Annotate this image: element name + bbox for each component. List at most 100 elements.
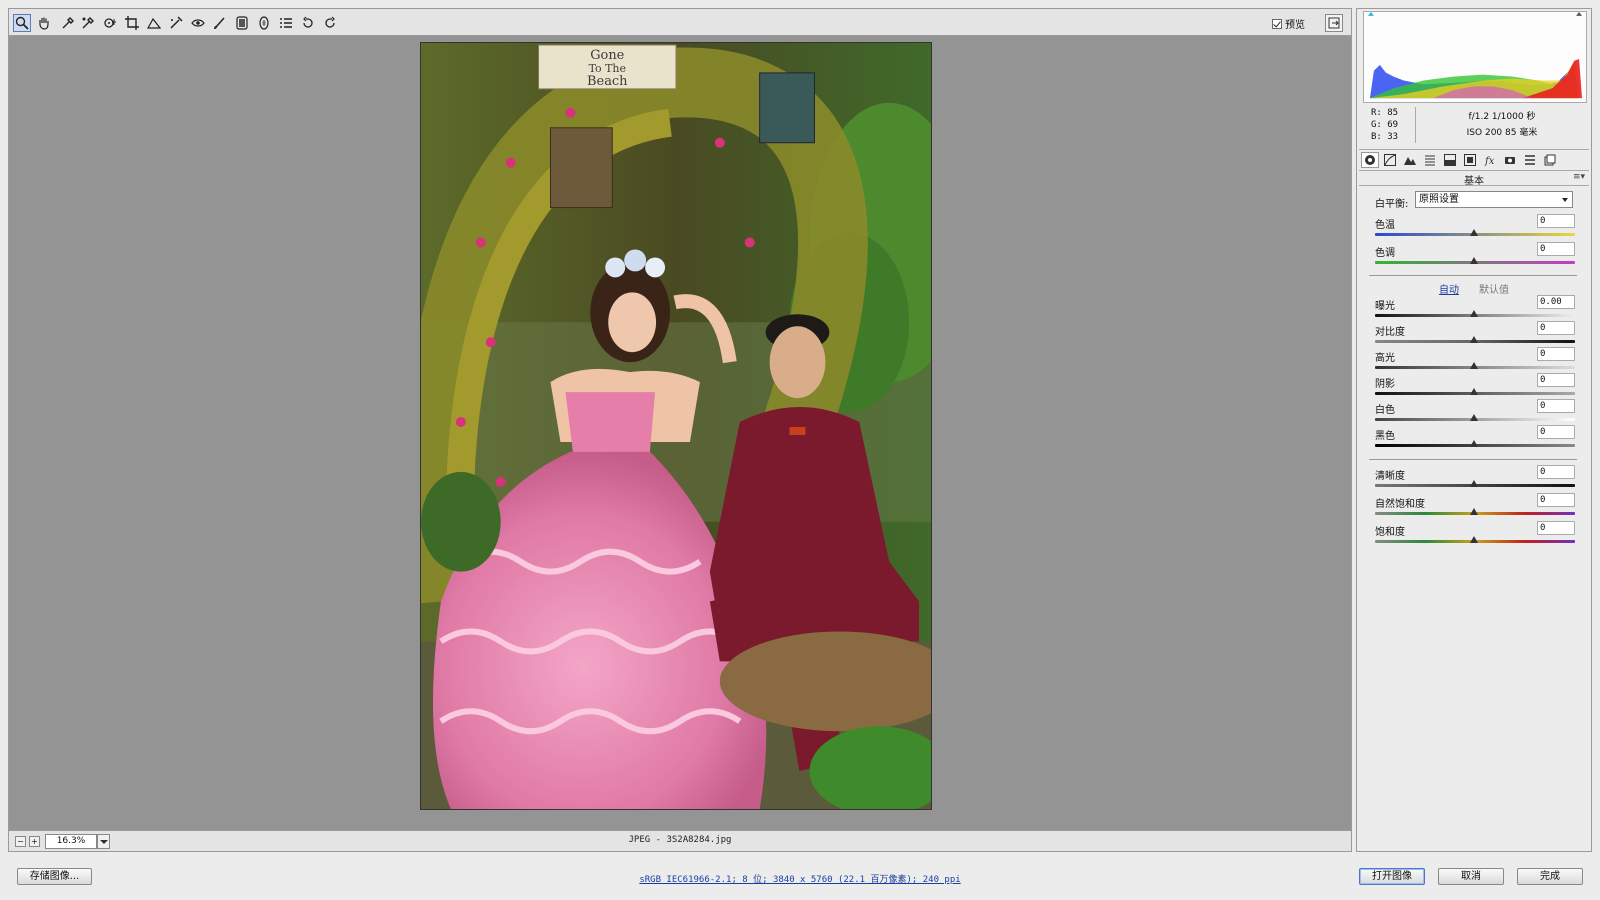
- hsl-icon[interactable]: [1421, 152, 1439, 168]
- highlights-value[interactable]: 0: [1537, 347, 1575, 361]
- auto-link[interactable]: 自动: [1439, 281, 1459, 296]
- blacks-slider[interactable]: 黑色 0: [1373, 425, 1575, 451]
- graduated-filter-icon[interactable]: [233, 14, 251, 32]
- vibrance-label: 自然饱和度: [1375, 499, 1425, 510]
- crop-icon[interactable]: [123, 14, 141, 32]
- tint-thumb[interactable]: [1470, 257, 1478, 264]
- clarity-label: 清晰度: [1375, 471, 1405, 482]
- fx-icon[interactable]: fx: [1481, 152, 1499, 168]
- whites-value[interactable]: 0: [1537, 399, 1575, 413]
- image-canvas[interactable]: Gone To The Beach: [8, 36, 1352, 830]
- clarity-slider[interactable]: 清晰度 0: [1373, 465, 1575, 491]
- split-toning-icon[interactable]: [1441, 152, 1459, 168]
- camera-info: f/1.2 1/1000 秒 ISO 200 85 毫米: [1427, 109, 1577, 141]
- sign-line-3: Beach: [587, 74, 627, 89]
- whites-label: 白色: [1375, 405, 1395, 416]
- highlights-slider[interactable]: 高光 0: [1373, 347, 1575, 373]
- blacks-thumb[interactable]: [1470, 440, 1478, 447]
- highlights-thumb[interactable]: [1470, 362, 1478, 369]
- rgb-readout: R: 85 G: 69 B: 33: [1371, 107, 1398, 143]
- spot-removal-icon[interactable]: [167, 14, 185, 32]
- toolbar: 预览: [8, 8, 1352, 36]
- r-value: R: 85: [1371, 108, 1399, 118]
- b-value: B: 33: [1371, 132, 1399, 142]
- preview-checkbox[interactable]: [1272, 18, 1282, 29]
- iso-focal: ISO 200 85 毫米: [1466, 128, 1538, 138]
- shadows-slider[interactable]: 阴影 0: [1373, 373, 1575, 399]
- vibrance-slider[interactable]: 自然饱和度 0: [1373, 493, 1575, 519]
- tone-curve-icon[interactable]: [1381, 152, 1399, 168]
- tint-slider[interactable]: 色调 0: [1373, 242, 1575, 268]
- presets-icon[interactable]: [1521, 152, 1539, 168]
- white-balance-select[interactable]: 原照设置: [1415, 191, 1573, 208]
- shadows-value[interactable]: 0: [1537, 373, 1575, 387]
- temperature-slider[interactable]: 色温 0: [1373, 214, 1575, 240]
- default-link[interactable]: 默认值: [1479, 281, 1509, 296]
- radial-filter-icon[interactable]: [255, 14, 273, 32]
- highlights-label: 高光: [1375, 353, 1395, 364]
- clarity-thumb[interactable]: [1470, 480, 1478, 487]
- contrast-slider[interactable]: 对比度 0: [1373, 321, 1575, 347]
- adjustment-brush-icon[interactable]: [211, 14, 229, 32]
- straighten-icon[interactable]: [145, 14, 163, 32]
- color-sampler-icon[interactable]: [79, 14, 97, 32]
- file-name-label: JPEG - 3S2A8284.jpg: [628, 835, 732, 845]
- blacks-value[interactable]: 0: [1537, 425, 1575, 439]
- histogram: [1363, 11, 1587, 103]
- camera-calibration-icon[interactable]: [1501, 152, 1519, 168]
- divider: [1359, 185, 1589, 186]
- contrast-thumb[interactable]: [1470, 336, 1478, 343]
- snapshots-icon[interactable]: [1541, 152, 1559, 168]
- preview-image[interactable]: Gone To The Beach: [420, 42, 932, 810]
- shadows-label: 阴影: [1375, 379, 1395, 390]
- detail-icon[interactable]: [1401, 152, 1419, 168]
- red-eye-icon[interactable]: [189, 14, 207, 32]
- saturation-thumb[interactable]: [1470, 536, 1478, 543]
- exposure-value[interactable]: 0.00: [1537, 295, 1575, 309]
- panel-tabs: fx: [1359, 149, 1589, 171]
- svg-text:fx: fx: [1484, 156, 1495, 166]
- vibrance-value[interactable]: 0: [1537, 493, 1575, 507]
- clarity-value[interactable]: 0: [1537, 465, 1575, 479]
- exposure-slider[interactable]: 曝光 0.00: [1373, 295, 1575, 321]
- whites-thumb[interactable]: [1470, 414, 1478, 421]
- exposure-label: 曝光: [1375, 301, 1395, 312]
- divider: [1369, 459, 1577, 460]
- rotate-left-icon[interactable]: [299, 14, 317, 32]
- blacks-label: 黑色: [1375, 431, 1395, 442]
- saturation-value[interactable]: 0: [1537, 521, 1575, 535]
- tint-value[interactable]: 0: [1537, 242, 1575, 256]
- bottom-bar: 存储图像... sRGB IEC61966-2.1; 8 位; 3840 x 5…: [0, 852, 1600, 900]
- divider: [1415, 107, 1416, 143]
- rotate-right-icon[interactable]: [321, 14, 339, 32]
- lens-icon[interactable]: [1461, 152, 1479, 168]
- divider: [1369, 275, 1577, 276]
- temperature-value[interactable]: 0: [1537, 214, 1575, 228]
- white-balance-icon[interactable]: [59, 14, 77, 32]
- open-image-button[interactable]: 打开图像: [1359, 868, 1425, 885]
- basic-icon[interactable]: [1361, 152, 1379, 168]
- targeted-adjustment-icon[interactable]: [101, 14, 119, 32]
- preferences-icon[interactable]: [277, 14, 295, 32]
- hand-icon[interactable]: [35, 14, 53, 32]
- white-balance-label: 白平衡:: [1375, 199, 1409, 210]
- cancel-button[interactable]: 取消: [1438, 868, 1504, 885]
- preview-label: 预览: [1285, 20, 1305, 31]
- g-value: G: 69: [1371, 120, 1399, 130]
- panel-menu-icon[interactable]: ≡▾: [1573, 172, 1585, 182]
- aperture-shutter: f/1.2 1/1000 秒: [1468, 112, 1536, 122]
- done-button[interactable]: 完成: [1517, 868, 1583, 885]
- adjustments-panel: R: 85 G: 69 B: 33 f/1.2 1/1000 秒 ISO 200…: [1356, 8, 1592, 852]
- tint-label: 色调: [1375, 248, 1395, 259]
- whites-slider[interactable]: 白色 0: [1373, 399, 1575, 425]
- vibrance-thumb[interactable]: [1470, 508, 1478, 515]
- contrast-value[interactable]: 0: [1537, 321, 1575, 335]
- exposure-thumb[interactable]: [1470, 310, 1478, 317]
- zoom-icon[interactable]: [13, 14, 31, 32]
- preview-toggle[interactable]: 预览: [1272, 16, 1305, 31]
- saturation-slider[interactable]: 饱和度 0: [1373, 521, 1575, 547]
- shadows-thumb[interactable]: [1470, 388, 1478, 395]
- temperature-thumb[interactable]: [1470, 229, 1478, 236]
- fullscreen-button[interactable]: [1325, 14, 1343, 32]
- status-bar: − + 16.3% JPEG - 3S2A8284.jpg: [8, 830, 1352, 852]
